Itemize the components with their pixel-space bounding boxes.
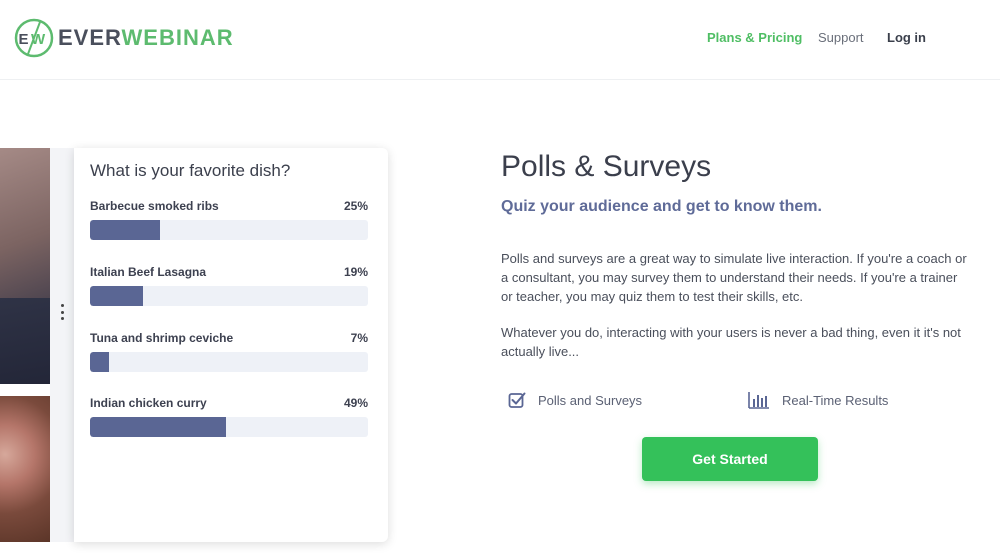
logo-mark-icon: E W xyxy=(14,18,54,58)
feature-label: Polls and Surveys xyxy=(538,392,643,408)
poll-bar-track xyxy=(90,220,368,240)
poll-bar-fill xyxy=(90,220,160,240)
section-paragraph: Whatever you do, interacting with your u… xyxy=(501,325,961,359)
poll-bar-fill xyxy=(90,417,227,437)
nav-plans-pricing[interactable]: Plans & Pricing xyxy=(707,30,802,45)
bar-chart-icon xyxy=(748,392,769,409)
poll-card: What is your favorite dish? Barbecue smo… xyxy=(74,148,388,542)
poll-option-label: Indian chicken curry xyxy=(90,396,207,410)
feature-results: Real-Time Results xyxy=(748,391,888,409)
poll-option-label: Barbecue smoked ribs xyxy=(90,199,219,213)
poll-option: Barbecue smoked ribs 25% xyxy=(90,199,368,240)
poll-option: Tuna and shrimp ceviche 7% xyxy=(90,331,368,372)
poll-bar-fill xyxy=(90,352,110,372)
nav-support[interactable]: Support xyxy=(818,30,864,45)
svg-text:E: E xyxy=(19,31,29,48)
poll-bar-track xyxy=(90,352,368,372)
poll-option-percent: 49% xyxy=(343,396,368,410)
logo-ever-text: EVER xyxy=(58,25,122,50)
feature-label: Real-Time Results xyxy=(782,392,889,408)
poll-option-label: Tuna and shrimp ceviche xyxy=(90,331,234,345)
poll-bar-track xyxy=(90,417,368,437)
poll-option-percent: 25% xyxy=(343,199,368,213)
section-paragraph: Polls and surveys are a great way to sim… xyxy=(501,251,967,304)
poll-option: Italian Beef Lasagna 19% xyxy=(90,265,368,306)
poll-bar-track xyxy=(90,286,368,306)
logo-webinar-text: WEBINAR xyxy=(121,25,234,50)
poll-question: What is your favorite dish? xyxy=(90,161,291,180)
presenter-video-thumbnail xyxy=(0,148,50,384)
logo-wordmark: EVERWEBINAR xyxy=(58,25,234,51)
section-title: Polls & Surveys xyxy=(501,150,712,183)
poll-option-percent: 19% xyxy=(343,265,368,279)
checkbox-icon xyxy=(508,392,526,408)
attendee-video-thumbnail xyxy=(0,396,50,542)
poll-bar-fill xyxy=(90,286,143,306)
logo[interactable]: E W EVERWEBINAR xyxy=(14,18,234,58)
nav-login[interactable]: Log in xyxy=(887,30,926,45)
poll-option-label: Italian Beef Lasagna xyxy=(90,265,207,279)
feature-polls: Polls and Surveys xyxy=(508,391,642,409)
site-header: E W EVERWEBINAR Plans & Pricing Support … xyxy=(0,0,1000,80)
more-options-icon[interactable] xyxy=(56,304,68,320)
svg-text:W: W xyxy=(31,31,46,48)
section-subtitle: Quiz your audience and get to know them. xyxy=(501,198,822,215)
panel-divider xyxy=(50,148,74,542)
poll-option-percent: 7% xyxy=(350,331,368,345)
get-started-button[interactable]: Get Started xyxy=(642,437,818,481)
poll-option: Indian chicken curry 49% xyxy=(90,396,368,437)
